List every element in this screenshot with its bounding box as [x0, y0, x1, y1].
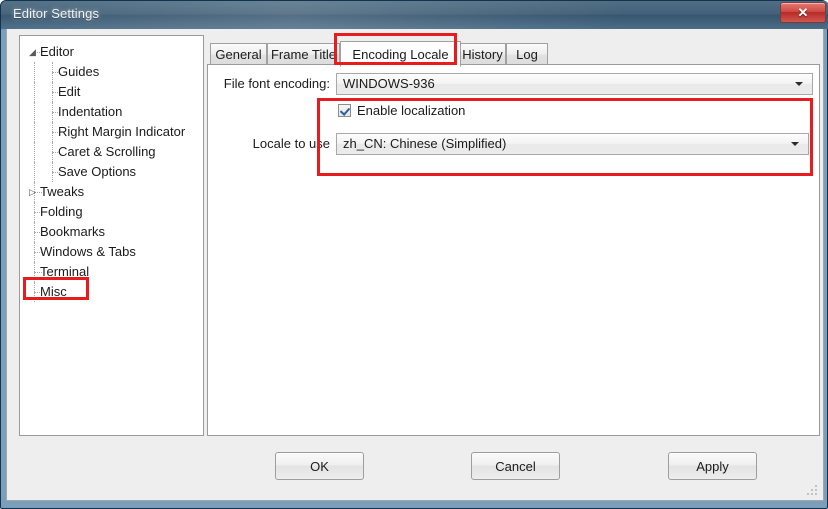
title-bar: Editor Settings ✕	[1, 1, 828, 29]
tab-history[interactable]: History	[459, 43, 506, 66]
sidebar-item-edit[interactable]: Edit	[20, 82, 203, 102]
close-button[interactable]: ✕	[780, 2, 826, 23]
cancel-button[interactable]: Cancel	[471, 452, 560, 480]
sidebar-item-label: Guides	[58, 64, 100, 79]
sidebar-item-misc[interactable]: Misc	[20, 282, 203, 302]
tree-guide-line	[34, 142, 35, 162]
sidebar-item-label: Save Options	[58, 164, 137, 179]
ok-button[interactable]: OK	[275, 452, 364, 480]
sidebar-item-label: Windows & Tabs	[40, 244, 136, 259]
sidebar-item-terminal[interactable]: Terminal	[20, 262, 203, 282]
locale-to-use-combobox[interactable]: zh_CN: Chinese (Simplified)	[336, 133, 809, 155]
tab-frame-title[interactable]: Frame Title	[267, 43, 340, 66]
screenshot-root: Editor Settings ✕ ◢ Editor Guides Edit Inden…	[0, 0, 828, 509]
tab-log[interactable]: Log	[506, 43, 548, 66]
enable-localization-checkbox[interactable]: Enable localization	[338, 103, 465, 118]
tree-guide-line	[34, 162, 35, 182]
chevron-down-icon	[786, 134, 804, 154]
tree-guide-line	[34, 62, 35, 82]
sidebar-item-label: Caret & Scrolling	[58, 144, 156, 159]
sidebar-item-label: Tweaks	[40, 184, 85, 199]
tabs-region: General Frame Title Encoding Locale History…	[207, 35, 820, 436]
file-font-encoding-combobox[interactable]: WINDOWS-936	[336, 73, 813, 95]
sidebar-item-caret-scrolling[interactable]: Caret & Scrolling	[20, 142, 203, 162]
tree-guide-line	[34, 122, 35, 142]
sidebar-item-label: Edit	[58, 84, 81, 99]
sidebar-item-label: Right Margin Indicator	[58, 124, 186, 139]
settings-tree-panel[interactable]: ◢ Editor Guides Edit Indentation Right Margin…	[19, 35, 204, 436]
sidebar-item-guides[interactable]: Guides	[20, 62, 203, 82]
sidebar-item-label: Bookmarks	[40, 224, 106, 239]
enable-localization-label: Enable localization	[357, 103, 466, 118]
tree-expander-collapsed-icon[interactable]: ▷	[29, 182, 36, 202]
sidebar-item-bookmarks[interactable]: Bookmarks	[20, 222, 203, 242]
sidebar-item-indentation[interactable]: Indentation	[20, 102, 203, 122]
sidebar-item-folding[interactable]: Folding	[20, 202, 203, 222]
sidebar-item-label: Misc	[40, 284, 67, 299]
sidebar-item-save-options[interactable]: Save Options	[20, 162, 203, 182]
sidebar-item-label: Editor	[40, 44, 74, 59]
encoding-locale-panel: File font encoding: WINDOWS-936 Enable l…	[207, 64, 820, 436]
apply-button[interactable]: Apply	[668, 452, 757, 480]
sidebar-item-editor[interactable]: ◢ Editor	[20, 42, 203, 62]
file-font-encoding-value: WINDOWS-936	[343, 76, 435, 91]
checkmark-icon	[338, 104, 351, 117]
resize-grip-icon[interactable]	[807, 485, 819, 497]
close-icon: ✕	[797, 4, 809, 20]
tree-expander-expanded-icon[interactable]: ◢	[29, 42, 36, 62]
sidebar-item-right-margin-indicator[interactable]: Right Margin Indicator	[20, 122, 203, 142]
file-font-encoding-label: File font encoding:	[223, 76, 330, 91]
tab-encoding-locale[interactable]: Encoding Locale	[340, 41, 461, 67]
tree-guide-line	[34, 82, 35, 102]
locale-to-use-value: zh_CN: Chinese (Simplified)	[343, 136, 507, 151]
editor-settings-window: Editor Settings ✕ ◢ Editor Guides Edit Inden…	[0, 0, 828, 509]
chevron-down-icon	[790, 74, 808, 94]
tree-guide-line	[34, 102, 35, 122]
tab-general[interactable]: General	[210, 43, 267, 66]
sidebar-item-windows-tabs[interactable]: Windows & Tabs	[20, 242, 203, 262]
tab-strip: General Frame Title Encoding Locale History…	[207, 41, 820, 67]
sidebar-item-label: Terminal	[40, 264, 90, 279]
sidebar-item-tweaks[interactable]: ▷ Tweaks	[20, 182, 203, 202]
sidebar-item-label: Folding	[40, 204, 83, 219]
dialog-client-area: ◢ Editor Guides Edit Indentation Right Margin…	[6, 29, 824, 501]
window-title: Editor Settings	[13, 6, 100, 21]
settings-tree: ◢ Editor Guides Edit Indentation Right Margin…	[20, 36, 203, 302]
sidebar-item-label: Indentation	[58, 104, 123, 119]
locale-to-use-label: Locale to use	[252, 136, 330, 151]
